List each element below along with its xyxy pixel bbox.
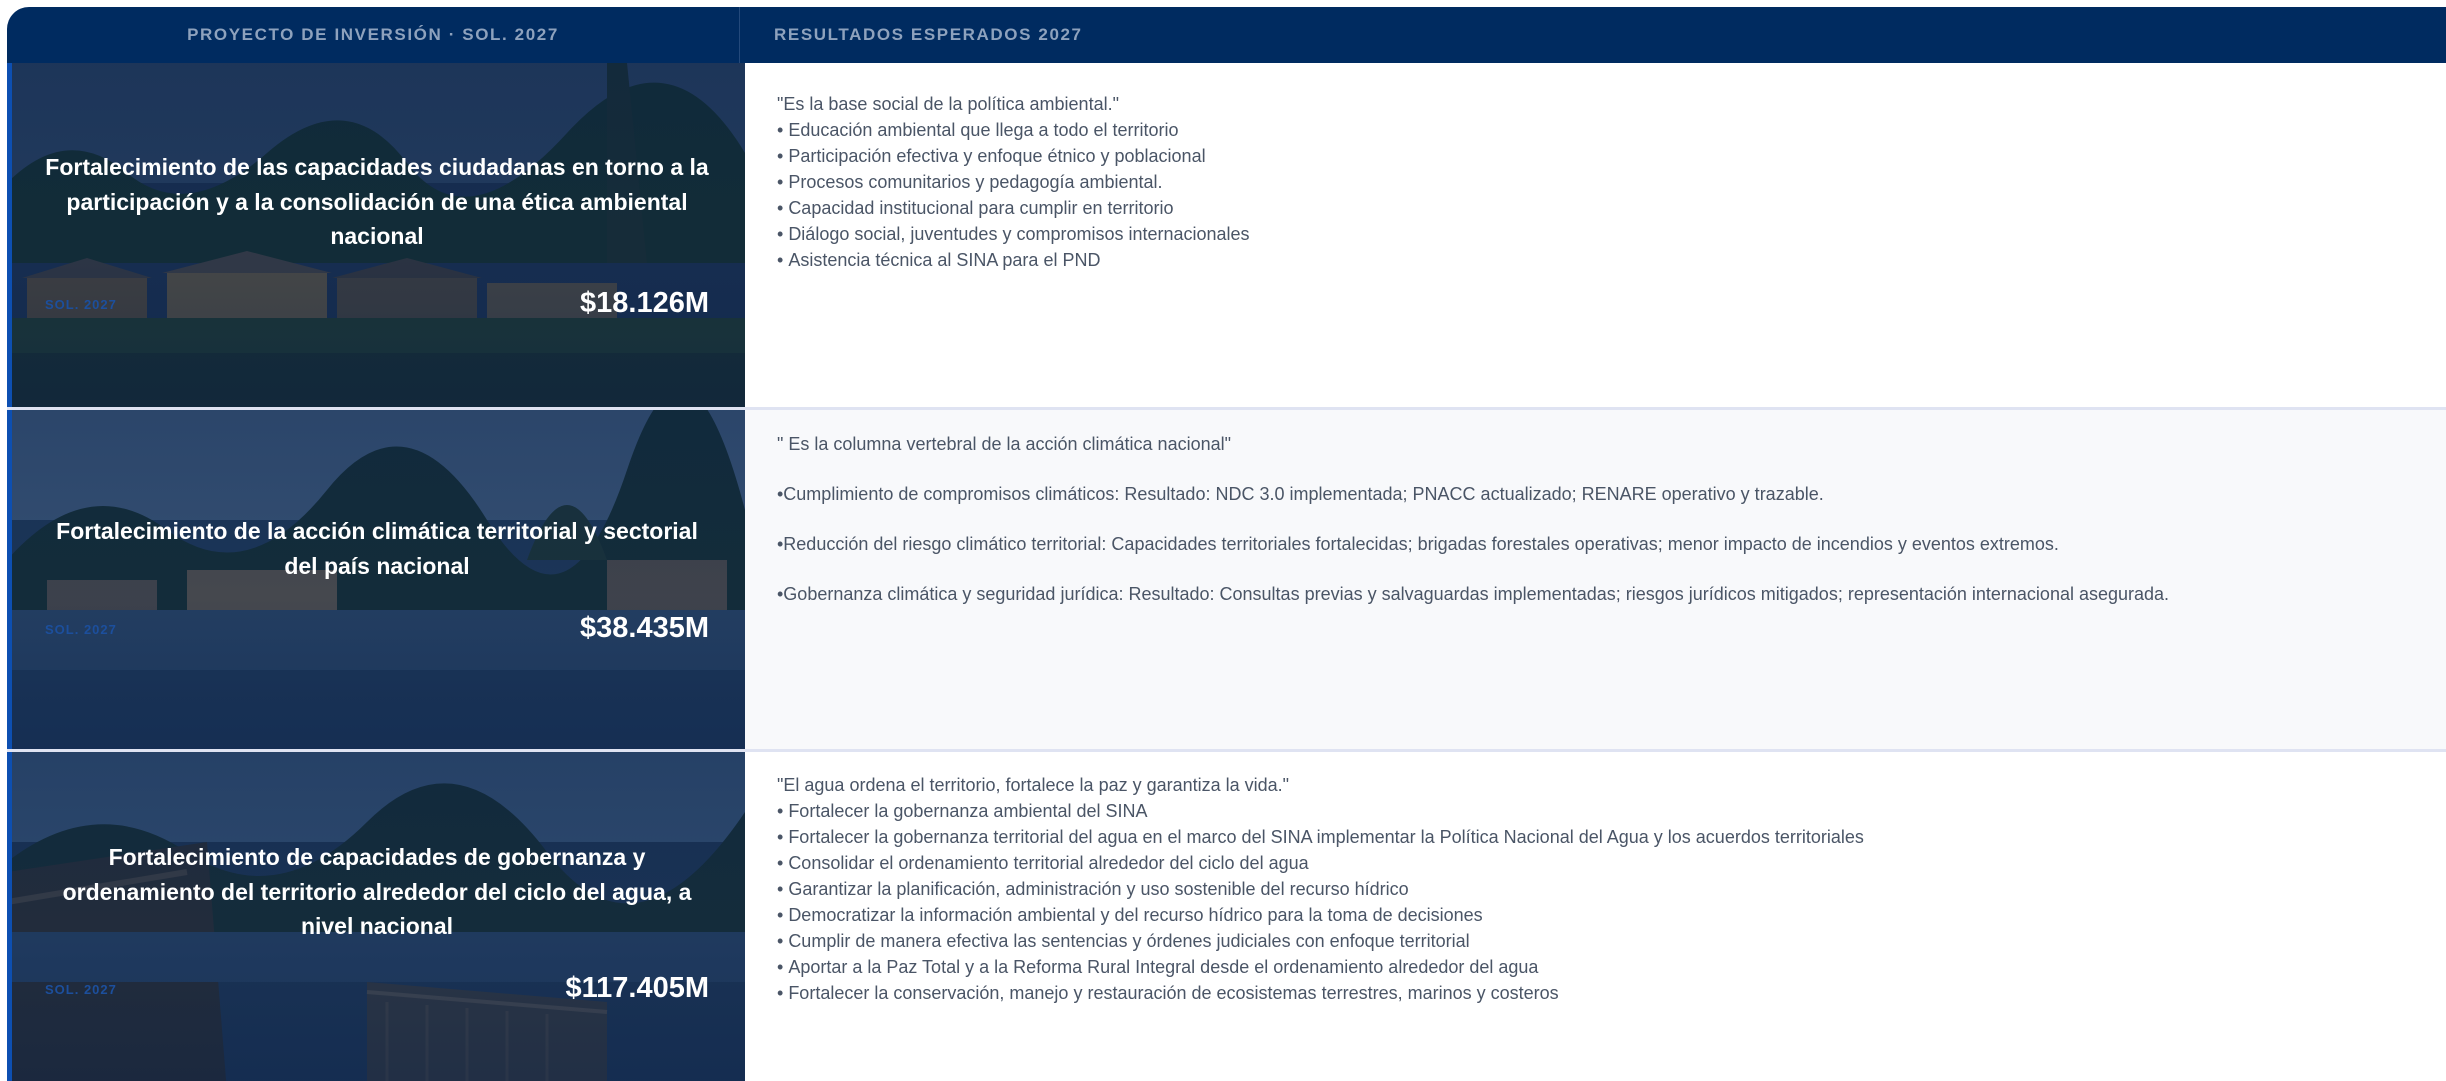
table-row: Fortalecimiento de las capacidades ciuda… bbox=[7, 63, 2446, 407]
results-list: Educación ambiental que llega a todo el … bbox=[777, 117, 1250, 273]
list-item: Garantizar la planificación, administrac… bbox=[777, 876, 1864, 902]
header-project-column: PROYECTO DE INVERSIÓN · SOL. 2027 bbox=[7, 7, 740, 63]
results-quote: "Es la base social de la política ambien… bbox=[777, 94, 1119, 114]
list-item: Fortalecer la gobernanza ambiental del S… bbox=[777, 798, 1864, 824]
list-item: Aportar a la Paz Total y a la Reforma Ru… bbox=[777, 954, 1864, 980]
list-item: Consolidar el ordenamiento territorial a… bbox=[777, 850, 1864, 876]
project-title: Fortalecimiento de la acción climática t… bbox=[56, 518, 698, 579]
project-amount: $38.435M bbox=[580, 612, 709, 644]
table-row: Fortalecimiento de capacidades de gobern… bbox=[7, 752, 2446, 1081]
sol-label: SOL. 2027 bbox=[45, 297, 117, 312]
project-image-cell: Fortalecimiento de capacidades de gobern… bbox=[7, 752, 745, 1081]
header-results-column: RESULTADOS ESPERADOS 2027 bbox=[774, 25, 1083, 44]
results-cell: " Es la columna vertebral de la acción c… bbox=[777, 431, 2169, 631]
table-row: Fortalecimiento de la acción climática t… bbox=[7, 410, 2446, 749]
project-amount: $18.126M bbox=[580, 287, 709, 319]
row-accent-bar bbox=[7, 752, 12, 1081]
results-cell: "El agua ordena el territorio, fortalece… bbox=[777, 772, 1864, 1006]
results-paragraph: •Reducción del riesgo climático territor… bbox=[777, 534, 2059, 554]
project-image-cell: Fortalecimiento de la acción climática t… bbox=[7, 410, 745, 749]
project-title: Fortalecimiento de capacidades de gobern… bbox=[62, 844, 692, 939]
results-paragraph: •Gobernanza climática y seguridad jurídi… bbox=[777, 584, 2170, 604]
results-list: Fortalecer la gobernanza ambiental del S… bbox=[777, 798, 1864, 1006]
list-item: Fortalecer la gobernanza territorial del… bbox=[777, 824, 1864, 850]
list-item: Fortalecer la conservación, manejo y res… bbox=[777, 980, 1864, 1006]
list-item: Capacidad institucional para cumplir en … bbox=[777, 195, 1250, 221]
list-item: Cumplir de manera efectiva las sentencia… bbox=[777, 928, 1864, 954]
row-accent-bar bbox=[7, 410, 12, 749]
sol-label: SOL. 2027 bbox=[45, 982, 117, 997]
results-quote: "El agua ordena el territorio, fortalece… bbox=[777, 775, 1290, 795]
results-cell: "Es la base social de la política ambien… bbox=[777, 91, 1250, 273]
table-header: PROYECTO DE INVERSIÓN · SOL. 2027 RESULT… bbox=[7, 7, 2446, 63]
sol-label: SOL. 2027 bbox=[45, 622, 117, 637]
list-item: Diálogo social, juventudes y compromisos… bbox=[777, 221, 1249, 247]
list-item: Educación ambiental que llega a todo el … bbox=[777, 117, 1250, 143]
project-amount: $117.405M bbox=[565, 972, 709, 1004]
project-image-cell: Fortalecimiento de las capacidades ciuda… bbox=[7, 63, 745, 407]
results-paragraph: •Cumplimiento de compromisos climáticos:… bbox=[777, 484, 1824, 504]
results-quote: " Es la columna vertebral de la acción c… bbox=[777, 434, 1231, 454]
project-title: Fortalecimiento de las capacidades ciuda… bbox=[45, 154, 709, 249]
row-accent-bar bbox=[7, 63, 12, 407]
list-item: Procesos comunitarios y pedagogía ambien… bbox=[777, 169, 1250, 195]
investment-table: PROYECTO DE INVERSIÓN · SOL. 2027 RESULT… bbox=[7, 7, 2446, 1081]
list-item: Asistencia técnica al SINA para el PND bbox=[777, 247, 1250, 273]
list-item: Participación efectiva y enfoque étnico … bbox=[777, 143, 1250, 169]
list-item: Democratizar la información ambiental y … bbox=[777, 902, 1864, 928]
